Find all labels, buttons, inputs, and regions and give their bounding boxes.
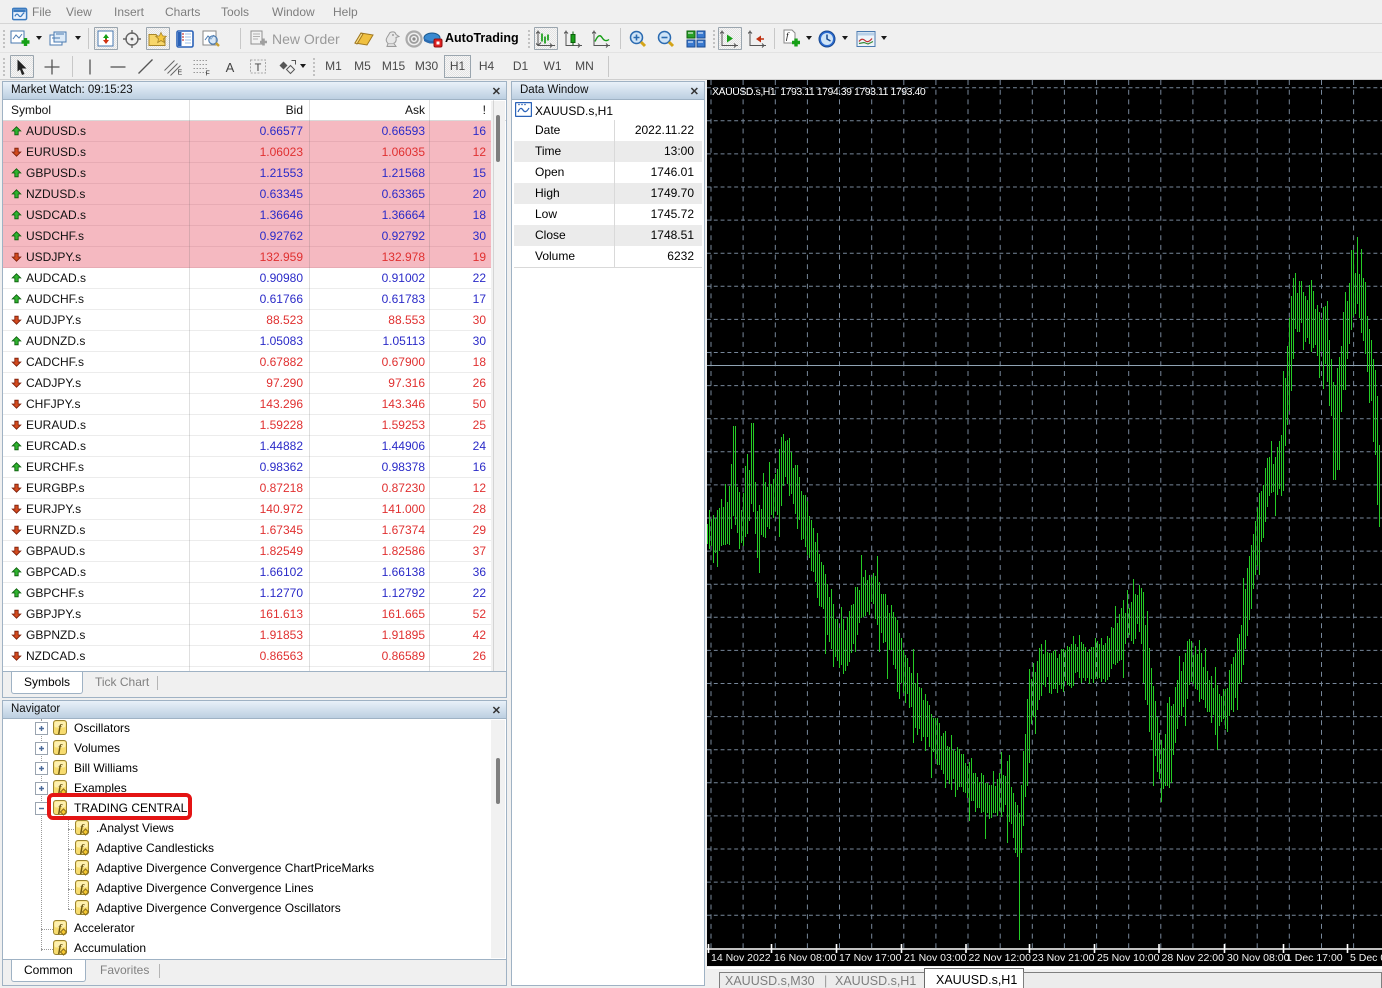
svg-text:23 Nov 21:00: 23 Nov 21:00 — [1032, 952, 1095, 964]
svg-text:28 Nov 22:00: 28 Nov 22:00 — [1162, 952, 1225, 964]
svg-text:22 Nov 12:00: 22 Nov 12:00 — [969, 952, 1032, 964]
svg-text:XAUUSD.s,H1 1793.11 1794.39 1: XAUUSD.s,H1 1793.11 1794.39 1793.11 1793… — [712, 86, 926, 98]
svg-text:14 Nov 2022: 14 Nov 2022 — [711, 952, 771, 964]
svg-text:F: F — [206, 70, 210, 76]
svg-text:1 Dec 17:00: 1 Dec 17:00 — [1286, 952, 1343, 964]
svg-text:E: E — [178, 69, 183, 76]
svg-text:T: T — [255, 62, 262, 74]
svg-text:A: A — [226, 60, 235, 75]
svg-text:16 Nov 08:00: 16 Nov 08:00 — [774, 952, 837, 964]
svg-text:17 Nov 17:00: 17 Nov 17:00 — [839, 952, 902, 964]
svg-text:25 Nov 10:00: 25 Nov 10:00 — [1097, 952, 1160, 964]
svg-text:5 Dec 03:00: 5 Dec 03:00 — [1350, 952, 1382, 964]
svg-text:21 Nov 03:00: 21 Nov 03:00 — [904, 952, 967, 964]
svg-text:30 Nov 08:00: 30 Nov 08:00 — [1227, 952, 1290, 964]
